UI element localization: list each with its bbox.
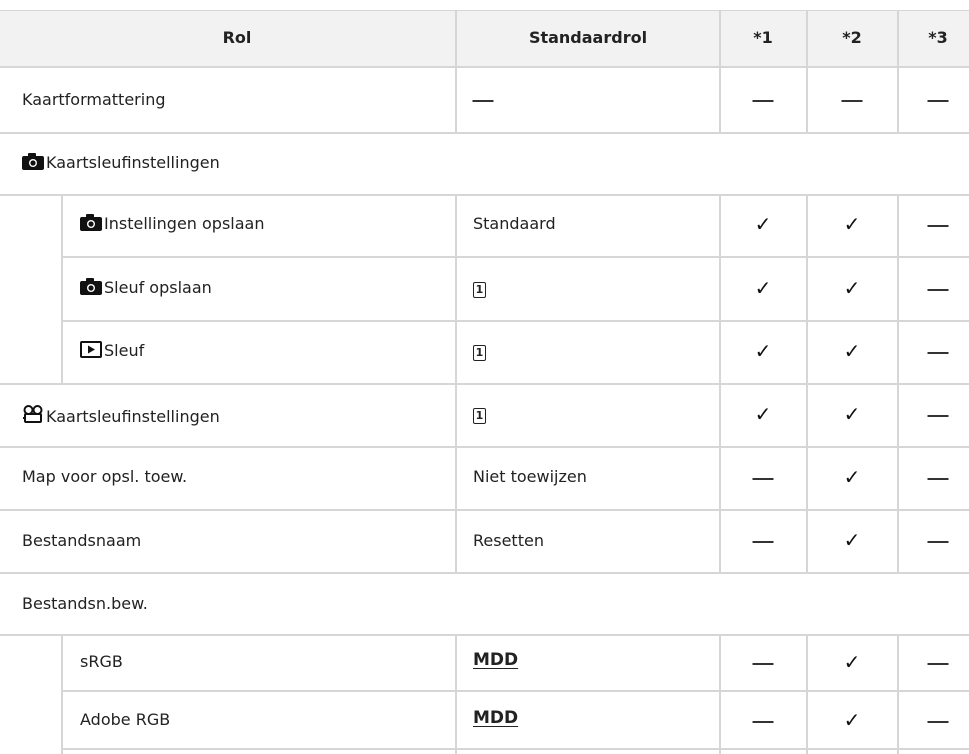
slot-1-icon: 1: [473, 408, 486, 424]
divider: [0, 66, 969, 68]
dash-mark: [472, 100, 494, 102]
check-mark: ✓: [754, 276, 772, 300]
check-mark: ✓: [843, 339, 861, 363]
dash-mark: [927, 478, 949, 480]
camera-icon: [80, 278, 102, 295]
dash-mark: [927, 415, 949, 417]
table-header: [0, 10, 969, 66]
divider: [0, 572, 969, 574]
divider: [0, 446, 969, 448]
divider: [897, 67, 899, 133]
check-mark: ✓: [843, 402, 861, 426]
row-label-sleuf-opslaan: Sleuf opslaan: [80, 278, 212, 298]
row-label-adobe-rgb: Adobe RGB: [80, 710, 171, 729]
divider: [62, 320, 969, 322]
dash-mark: [927, 663, 949, 665]
camera-icon: [80, 214, 102, 231]
row-label-map-opsl: Map voor opsl. toew.: [22, 467, 188, 486]
row-label-bestandsn-bew: Bestandsn.bew.: [22, 594, 148, 613]
default-value: Niet toewijzen: [473, 467, 587, 486]
divider: [719, 67, 721, 133]
movie-icon: [23, 405, 43, 423]
divider: [806, 67, 808, 133]
divider: [455, 195, 457, 573]
row-label-bestandsnaam: Bestandsnaam: [22, 531, 142, 550]
row-label-kaartsleuf-video: Kaartsleufinstellingen: [22, 405, 220, 427]
divider: [61, 635, 63, 754]
row-label-srgb: sRGB: [80, 652, 123, 671]
divider: [61, 195, 63, 384]
divider: [897, 10, 899, 67]
dash-mark: [752, 100, 774, 102]
dash-mark: [927, 225, 949, 227]
divider: [0, 194, 969, 196]
divider: [455, 635, 457, 754]
dash-mark: [927, 541, 949, 543]
check-mark: ✓: [754, 339, 772, 363]
divider: [0, 132, 969, 134]
header-rol: Rol: [222, 28, 252, 47]
divider: [719, 10, 721, 67]
playback-icon: [80, 341, 102, 358]
default-value: 1: [473, 278, 486, 298]
divider: [897, 635, 899, 754]
dash-mark: [927, 352, 949, 354]
default-value: 1: [473, 404, 486, 424]
row-label-kaartformattering: Kaartformattering: [22, 90, 166, 109]
camera-icon: [22, 153, 44, 170]
divider: [62, 690, 969, 692]
divider: [0, 509, 969, 511]
row-label-kaartsleuf-foto: Kaartsleufinstellingen: [22, 153, 220, 173]
divider: [806, 195, 808, 573]
default-value: MDD: [473, 708, 519, 728]
divider: [62, 748, 969, 750]
header-col-1: *1: [753, 28, 773, 47]
header-standaardrol: Standaardrol: [528, 28, 648, 47]
check-mark: ✓: [843, 465, 861, 489]
check-mark: ✓: [843, 708, 861, 732]
divider: [455, 67, 457, 133]
header-col-3: *3: [928, 28, 948, 47]
divider: [0, 383, 969, 385]
divider: [719, 635, 721, 754]
dash-mark: [752, 663, 774, 665]
check-mark: ✓: [754, 212, 772, 236]
divider: [62, 256, 969, 258]
dash-mark: [841, 100, 863, 102]
header-col-2: *2: [842, 28, 862, 47]
dash-mark: [752, 541, 774, 543]
default-value: MDD: [473, 650, 519, 670]
divider: [806, 10, 808, 67]
default-value: Standaard: [473, 214, 556, 233]
divider: [455, 10, 457, 67]
slot-1-icon: 1: [473, 345, 486, 361]
dash-mark: [927, 289, 949, 291]
dash-mark: [927, 721, 949, 723]
default-value: 1: [473, 341, 486, 361]
divider: [0, 634, 969, 636]
check-mark: ✓: [843, 276, 861, 300]
dash-mark: [752, 721, 774, 723]
check-mark: ✓: [843, 212, 861, 236]
row-label-play-sleuf: Sleuf: [80, 341, 144, 361]
default-value: Resetten: [473, 531, 544, 550]
divider: [0, 10, 969, 11]
dash-mark: [927, 100, 949, 102]
check-mark: ✓: [843, 528, 861, 552]
dash-mark: [752, 478, 774, 480]
slot-1-icon: 1: [473, 282, 486, 298]
row-label-instellingen-opslaan: Instellingen opslaan: [80, 214, 265, 234]
divider: [806, 635, 808, 754]
divider: [719, 195, 721, 573]
settings-table: Rol Standaardrol *1 *2 *3 Kaartformatter…: [0, 0, 969, 754]
check-mark: ✓: [754, 402, 772, 426]
divider: [897, 195, 899, 573]
check-mark: ✓: [843, 650, 861, 674]
